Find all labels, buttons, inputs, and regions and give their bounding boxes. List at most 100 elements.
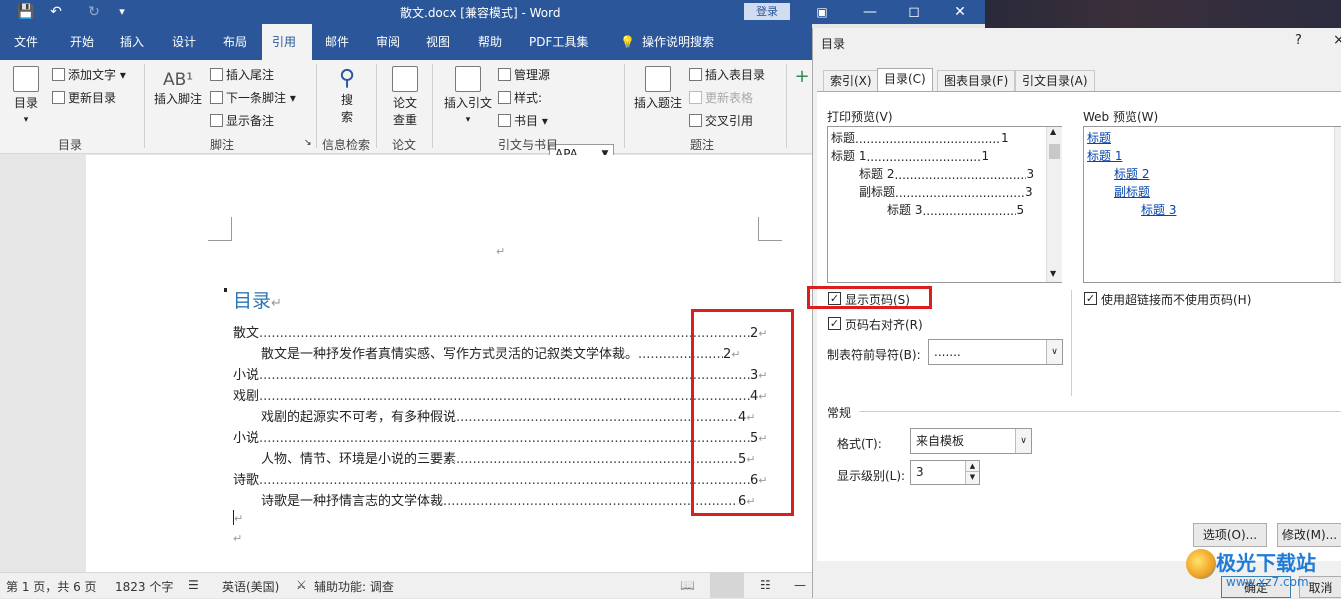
toc-entry[interactable]: 人物、情节、环境是小说的三要素.........................… [261, 448, 756, 467]
dialog-launcher-icon[interactable]: ↘ [304, 138, 312, 148]
separator [376, 64, 377, 148]
tab-file[interactable]: 文件 [4, 24, 48, 60]
next-footnote-button[interactable]: 下一条脚注 ▾ [210, 89, 296, 106]
tab-mailings[interactable]: 邮件 [315, 24, 359, 60]
toc-button[interactable]: 目录 ▾ [8, 66, 44, 125]
format-dropdown[interactable]: 来自模板 ∨ [910, 428, 1032, 454]
style-selector: 样式: [498, 89, 542, 106]
use-hyperlinks-checkbox[interactable]: ✓ [1084, 292, 1097, 305]
manage-sources-button[interactable]: 管理源 [498, 66, 550, 83]
close-icon[interactable]: × [1333, 32, 1341, 48]
web-preview-link[interactable]: 标题 1 [1087, 147, 1122, 164]
zoom-out-icon[interactable]: — [794, 578, 806, 592]
insert-caption-button[interactable]: 插入题注 [632, 66, 684, 111]
toc-heading[interactable]: 目录↵ [233, 286, 282, 313]
right-align-label[interactable]: 页码右对齐(R) [845, 316, 923, 333]
web-preview-link[interactable]: 标题 [1087, 129, 1111, 146]
caption-icon [645, 66, 671, 92]
tab-index[interactable]: 索引(X) [823, 70, 879, 92]
tab-help[interactable]: 帮助 [468, 24, 512, 60]
language-indicator[interactable]: 英语(美国) [222, 578, 279, 595]
minimize-icon[interactable]: — [856, 2, 884, 22]
use-hyperlinks-label[interactable]: 使用超链接而不使用页码(H) [1101, 291, 1251, 308]
redo-icon[interactable]: ↻ [82, 2, 106, 22]
toc-entry[interactable]: 诗歌是一种抒情言志的文学体裁..........................… [261, 490, 756, 509]
login-button[interactable]: 登录 [744, 3, 790, 20]
scroll-down-icon[interactable]: ▼ [1050, 269, 1056, 278]
save-icon[interactable]: 💾 [14, 2, 38, 22]
tab-review[interactable]: 审阅 [366, 24, 410, 60]
show-notes-button[interactable]: 显示备注 [210, 112, 274, 129]
update-table-button[interactable]: 更新表格 [689, 89, 753, 106]
web-preview-label: Web 预览(W) [1083, 110, 1159, 124]
watermark-logo [1186, 549, 1216, 579]
scroll-thumb[interactable] [1049, 144, 1060, 159]
toc-entry[interactable]: 小说......................................… [233, 427, 768, 446]
accessibility-status[interactable]: 辅助功能: 调查 [314, 578, 394, 595]
mark-entry-button[interactable]: + [792, 66, 812, 87]
insert-citation-button[interactable]: 插入引文 ▾ [442, 66, 494, 125]
highlight-rectangle [691, 309, 794, 516]
web-preview-link[interactable]: 副标题 [1114, 183, 1150, 200]
toc-entry[interactable]: 戏剧的起源实不可考，有多种假说.........................… [261, 406, 756, 425]
watermark-text: 极光下载站 [1216, 551, 1316, 575]
citation-icon [455, 66, 481, 92]
customize-toolbar-icon[interactable]: ▾ [110, 2, 134, 22]
ribbon: 目录 ▾ 添加文字 ▾ 更新目录 目录 AB¹ 插入脚注 插入尾注 下一条脚注 ▾… [0, 60, 812, 165]
toc-entry[interactable]: 散文是一种抒发作者真情实感、写作方式灵活的记叙类文学体裁。...........… [261, 343, 741, 362]
update-toc-button[interactable]: 更新目录 [52, 89, 116, 106]
preview-entry: 标题 1....................................… [831, 149, 990, 164]
paragraph-mark: ↵ [496, 245, 506, 258]
right-align-checkbox[interactable]: ✓ [828, 317, 841, 330]
maximize-icon[interactable]: ◻ [900, 2, 928, 22]
tab-leader-dropdown[interactable]: ....... ∨ [928, 339, 1063, 365]
tab-toc[interactable]: 目录(C) [877, 68, 933, 92]
preview-scrollbar[interactable]: ▲ ▼ [1046, 127, 1062, 282]
scroll-up-icon[interactable]: ▲ [1050, 127, 1056, 136]
close-icon[interactable]: ✕ [946, 2, 974, 22]
web-layout-icon[interactable]: ☷ [760, 578, 771, 592]
read-mode-icon[interactable]: 📖 [680, 578, 695, 592]
tab-design[interactable]: 设计 [162, 24, 206, 60]
tab-view[interactable]: 视图 [416, 24, 460, 60]
modify-button[interactable]: 修改(M)... [1277, 523, 1341, 547]
background-image-strip [985, 0, 1341, 28]
ribbon-display-icon[interactable]: ▣ [808, 2, 836, 22]
print-layout-icon[interactable] [710, 573, 744, 598]
page-count[interactable]: 第 1 页，共 6 页 [6, 578, 97, 595]
toc-entry[interactable]: 诗歌......................................… [233, 469, 768, 488]
paper-check-button[interactable]: 论文 查重 [386, 66, 424, 128]
show-levels-spinner[interactable]: 3 ▲ ▼ [910, 460, 980, 485]
web-preview-scrollbar[interactable] [1334, 127, 1341, 282]
web-preview-link[interactable]: 标题 3 [1141, 201, 1176, 218]
bibliography-button[interactable]: 书目 ▾ [498, 112, 548, 129]
tab-layout[interactable]: 布局 [213, 24, 257, 60]
insert-endnote-button[interactable]: 插入尾注 [210, 66, 274, 83]
tab-table-of-authorities[interactable]: 引文目录(A) [1015, 70, 1095, 92]
tab-table-of-figures[interactable]: 图表目录(F) [937, 70, 1016, 92]
tab-home[interactable]: 开始 [60, 24, 104, 60]
insert-footnote-button[interactable]: AB¹ 插入脚注 [152, 70, 204, 107]
help-icon[interactable]: ? [1295, 33, 1302, 48]
word-count[interactable]: 1823 个字 [115, 578, 173, 595]
tab-pdf-tools[interactable]: PDF工具集 [519, 24, 598, 60]
spin-up-icon[interactable]: ▲ [966, 461, 979, 472]
plus-icon: + [794, 66, 810, 87]
tab-references[interactable]: 引用 [262, 24, 312, 60]
paragraph-mark: ↵ [234, 512, 244, 525]
spin-down-icon[interactable]: ▼ [966, 472, 979, 483]
tell-me-search[interactable]: 操作说明搜索 [632, 24, 724, 60]
undo-icon[interactable]: ↶ [44, 2, 68, 22]
web-preview-link[interactable]: 标题 2 [1114, 165, 1149, 182]
insert-table-of-figures-button[interactable]: 插入表目录 [689, 66, 765, 83]
toc-entry[interactable]: 戏剧......................................… [233, 385, 768, 404]
proofing-icon[interactable]: ☰ [188, 578, 199, 592]
cross-reference-button[interactable]: 交叉引用 [689, 112, 753, 129]
toc-entry[interactable]: 小说......................................… [233, 364, 768, 383]
tab-insert[interactable]: 插入 [110, 24, 154, 60]
chevron-down-icon: ∨ [1015, 429, 1031, 453]
options-button[interactable]: 选项(O)... [1193, 523, 1267, 547]
add-text-button[interactable]: 添加文字 ▾ [52, 66, 126, 83]
search-button[interactable]: ⚲ 搜 索 [330, 66, 364, 125]
toc-entry[interactable]: 散文......................................… [233, 322, 768, 341]
